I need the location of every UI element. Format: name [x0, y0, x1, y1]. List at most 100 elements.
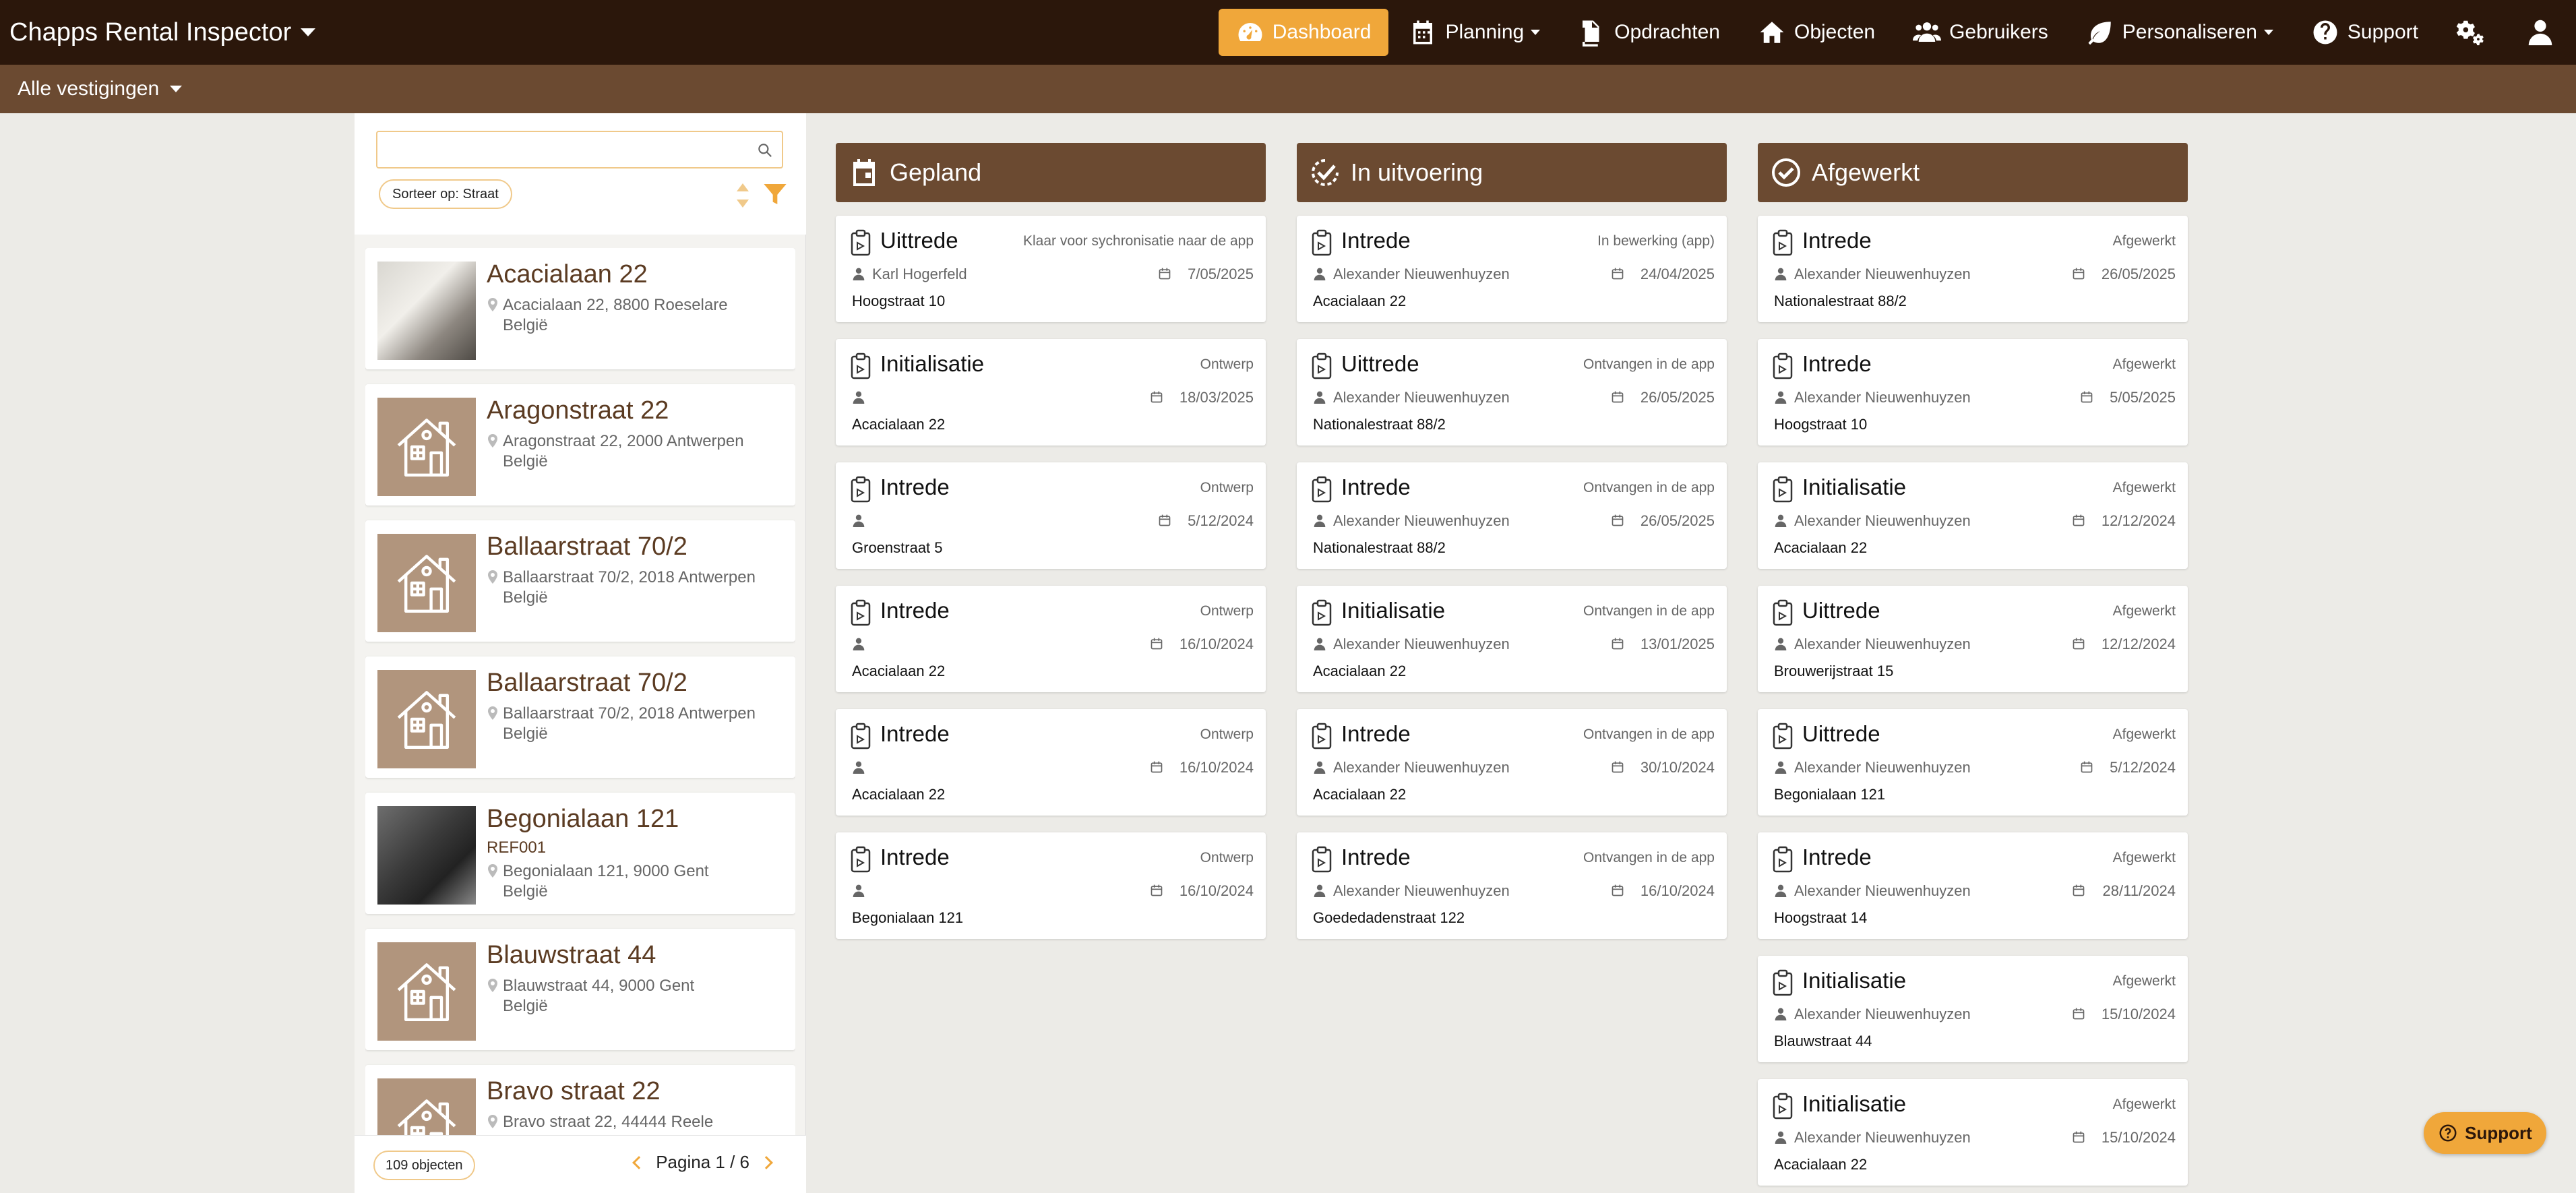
object-card[interactable]: Blauwstraat 44 Blauwstraat 44, 9000 Gent B…	[365, 929, 795, 1050]
task-address: Nationalestraat 88/2	[1313, 539, 1446, 556]
task-card[interactable]: Uittrede Klaar voor sychronisatie naar de…	[836, 216, 1266, 322]
calendar-icon	[2073, 1008, 2085, 1020]
task-card[interactable]: Intrede Ontvangen in de app Alexander Nieu…	[1297, 709, 1727, 816]
task-card[interactable]: Intrede Ontwerp 16/10/2024 Acacialaan 22	[836, 586, 1266, 692]
clipboard-icon	[851, 353, 871, 379]
search-input[interactable]	[384, 137, 748, 162]
map-pin-icon	[488, 979, 497, 992]
nav-support[interactable]: Support	[2294, 9, 2436, 56]
calendar-icon	[1413, 20, 1433, 44]
sort-arrows-icon[interactable]	[733, 181, 752, 210]
object-card[interactable]: Acacialaan 22 Acacialaan 22, 8800 Roesela…	[365, 248, 795, 369]
task-card[interactable]: Intrede Ontwerp 5/12/2024 Groenstraat 5	[836, 462, 1266, 569]
branch-selector[interactable]: Alle vestigingen	[0, 65, 2576, 113]
calendar-icon	[1151, 761, 1163, 773]
nav-dashboard[interactable]: Dashboard	[1218, 9, 1389, 56]
nav-user[interactable]	[2507, 9, 2573, 56]
task-card[interactable]: Uittrede Ontvangen in de app Alexander Nie…	[1297, 339, 1727, 446]
help-circle-icon	[2313, 20, 2337, 44]
nav-objecten-label: Objecten	[1794, 21, 1876, 43]
user-icon	[1314, 391, 1326, 404]
chevron-down-icon	[301, 28, 316, 36]
home-icon	[1760, 22, 1784, 43]
object-country: België	[503, 452, 548, 470]
search-area: Sorteer op: Straat	[355, 113, 806, 235]
calendar-icon	[1612, 761, 1624, 773]
user-icon	[1775, 391, 1787, 404]
object-count: 109 objecten	[373, 1151, 475, 1180]
nav-settings[interactable]	[2439, 9, 2505, 56]
task-card[interactable]: Initialisatie Afgewerkt Alexander Nieuwenh…	[1758, 1079, 2188, 1186]
object-country: België	[503, 316, 548, 334]
nav-personaliseren[interactable]: Personaliseren	[2068, 9, 2291, 56]
search-box[interactable]	[376, 131, 783, 169]
task-address: Acacialaan 22	[1774, 1156, 1868, 1173]
speedometer-icon	[1238, 23, 1262, 41]
nav-gebruikers[interactable]: Gebruikers	[1895, 9, 2066, 56]
task-type: Intrede	[1341, 845, 1411, 869]
clipboard-icon	[1312, 476, 1332, 503]
object-card[interactable]: Begonialaan 121 REF001 Begonialaan 121, 90…	[365, 793, 795, 914]
object-address-line: Begonialaan 121, 9000 Gent	[503, 862, 709, 880]
task-card[interactable]: Intrede Ontvangen in de app Alexander Nieu…	[1297, 832, 1727, 939]
task-status: Ontvangen in de app	[1583, 850, 1715, 865]
search-icon[interactable]	[756, 142, 774, 159]
object-card[interactable]: Bravo straat 22 Bravo straat 22, 44444 Re…	[365, 1065, 795, 1135]
task-user: Alexander Nieuwenhuyzen	[1794, 389, 1971, 406]
task-card[interactable]: Intrede In bewerking (app) Alexander Nieuw…	[1297, 216, 1727, 322]
user-icon	[1775, 268, 1787, 280]
task-type: Initialisatie	[1802, 1091, 1907, 1116]
task-card[interactable]: Initialisatie Afgewerkt Alexander Nieuwenh…	[1758, 956, 2188, 1062]
task-card[interactable]: Intrede Afgewerkt Alexander Nieuwenhuyzen 5…	[1758, 339, 2188, 446]
clipboard-icon	[1312, 353, 1332, 379]
clipboard-icon	[1773, 846, 1793, 873]
clipboard-icon	[1773, 1093, 1793, 1120]
help-circle-icon	[2439, 1124, 2457, 1142]
clipboard-icon	[851, 476, 871, 503]
task-type: Intrede	[1802, 351, 1872, 376]
task-card[interactable]: Intrede Ontvangen in de app Alexander Nieu…	[1297, 462, 1727, 569]
clipboard-icon	[1773, 599, 1793, 626]
task-card[interactable]: Uittrede Afgewerkt Alexander Nieuwenhuyzen…	[1758, 709, 2188, 816]
task-card[interactable]: Intrede Ontwerp 16/10/2024 Acacialaan 22	[836, 709, 1266, 816]
nav-objecten[interactable]: Objecten	[1740, 9, 1893, 56]
column-gepland: Gepland Uittrede Klaar voor sychronisatie …	[836, 143, 1266, 956]
task-card[interactable]: Initialisatie Ontvangen in de app Alexande…	[1297, 586, 1727, 692]
object-card[interactable]: Aragonstraat 22 Aragonstraat 22, 2000 Ant…	[365, 384, 795, 506]
task-status: Ontwerp	[1200, 480, 1254, 495]
task-date: 15/10/2024	[2101, 1129, 2176, 1146]
nav-opdrachten[interactable]: Opdrachten	[1560, 9, 1738, 56]
task-card[interactable]: Intrede Ontwerp 16/10/2024 Begonialaan 121	[836, 832, 1266, 939]
object-card[interactable]: Ballaarstraat 70/2 Ballaarstraat 70/2, 20…	[365, 520, 795, 642]
task-address: Hoogstraat 10	[1774, 416, 1868, 433]
sort-button[interactable]: Sorteer op: Straat	[379, 179, 512, 209]
task-card[interactable]: Intrede Afgewerkt Alexander Nieuwenhuyzen 2…	[1758, 832, 2188, 939]
calendar-icon	[2073, 638, 2085, 650]
user-icon	[853, 514, 865, 527]
chevron-down-icon	[1531, 30, 1541, 35]
map-pin-icon	[488, 298, 497, 311]
task-card[interactable]: Initialisatie Ontwerp 18/03/2025 Acacialaan…	[836, 339, 1266, 446]
object-thumbnail	[377, 398, 476, 496]
calendar-icon	[1151, 884, 1163, 896]
object-address: Acacialaan 22, 8800 Roeselare België	[487, 295, 728, 336]
chevron-right-icon[interactable]	[760, 1155, 773, 1169]
task-type: Uittrede	[1802, 598, 1880, 623]
map-pin-icon	[488, 434, 497, 448]
task-card[interactable]: Intrede Afgewerkt Alexander Nieuwenhuyzen 2…	[1758, 216, 2188, 322]
object-card[interactable]: Ballaarstraat 70/2 Ballaarstraat 70/2, 20…	[365, 656, 795, 778]
floating-support-button[interactable]: Support	[2424, 1112, 2546, 1154]
object-address-line: Blauwstraat 44, 9000 Gent	[503, 977, 695, 995]
object-country: België	[503, 588, 548, 607]
nav-planning[interactable]: Planning	[1391, 9, 1558, 56]
clipboard-icon	[1773, 723, 1793, 750]
chevron-left-icon[interactable]	[632, 1155, 646, 1169]
task-card[interactable]: Uittrede Afgewerkt Alexander Nieuwenhuyzen…	[1758, 586, 2188, 692]
filter-icon[interactable]	[762, 181, 789, 208]
task-date: 16/10/2024	[1179, 882, 1254, 899]
task-address: Brouwerijstraat 15	[1774, 663, 1894, 679]
task-status: Ontwerp	[1200, 357, 1254, 372]
user-icon	[1775, 884, 1787, 897]
task-card[interactable]: Initialisatie Afgewerkt Alexander Nieuwenh…	[1758, 462, 2188, 569]
app-switcher[interactable]: Chapps Rental Inspector	[9, 0, 316, 65]
